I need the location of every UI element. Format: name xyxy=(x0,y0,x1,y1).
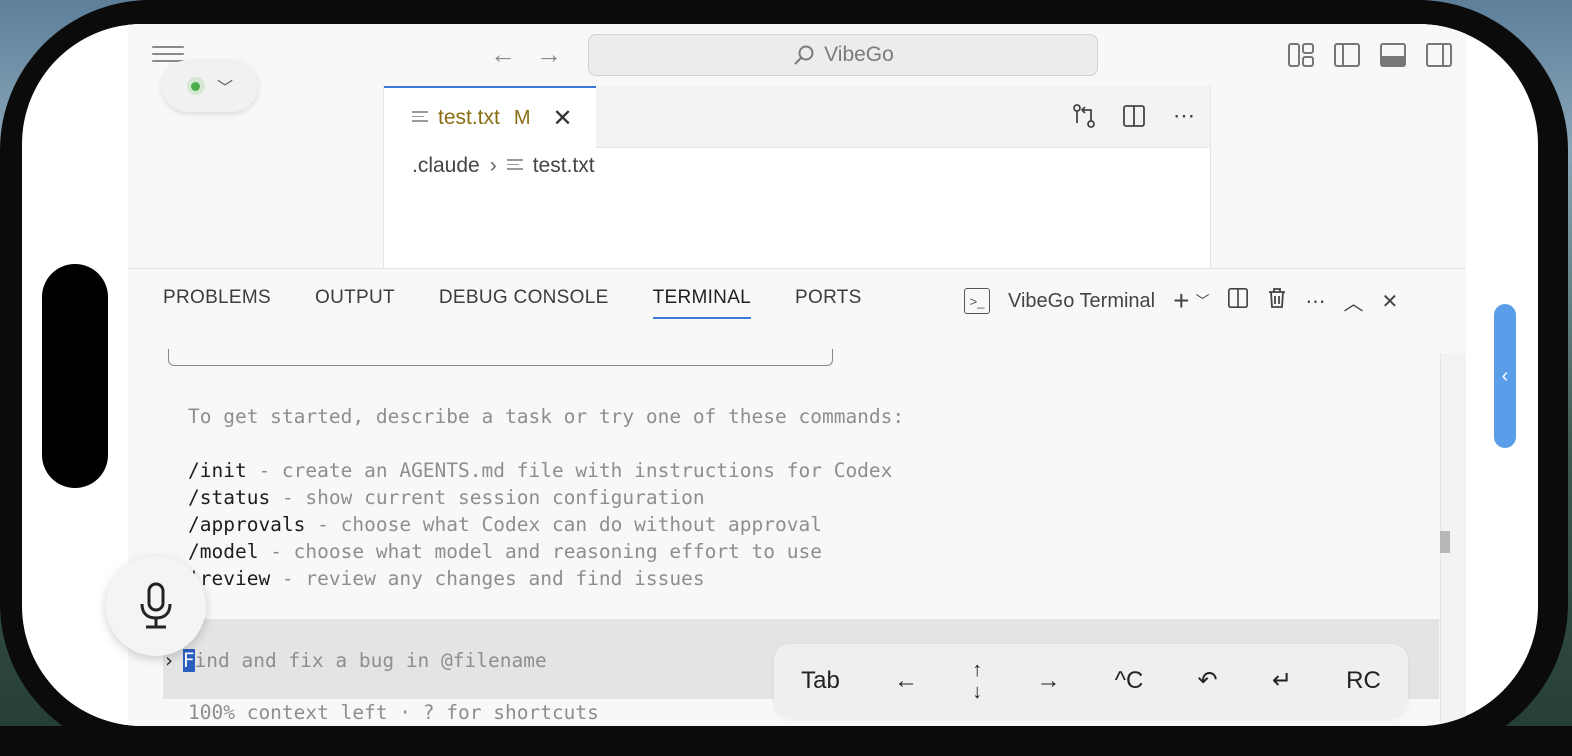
camera-island xyxy=(42,264,108,488)
customize-layout-icon[interactable] xyxy=(1287,42,1315,68)
panel-actions: >_ VibeGo Terminal + ﹀ ⋯ ︿ ✕ xyxy=(964,285,1398,317)
tab-key-button[interactable]: Tab xyxy=(801,667,840,694)
arrow-right-key-button[interactable]: → xyxy=(1036,667,1060,694)
tab-test-txt[interactable]: test.txt M ✕ xyxy=(384,86,596,148)
arrow-down-icon: ↓ xyxy=(972,681,983,703)
scrollbar-thumb[interactable] xyxy=(1440,531,1450,553)
ctrl-c-key-button[interactable]: ^C xyxy=(1115,667,1144,694)
side-panel-handle[interactable]: ‹ xyxy=(1494,304,1516,448)
tab-debug-console[interactable]: DEBUG CONSOLE xyxy=(439,287,609,319)
tab-label: test.txt xyxy=(438,106,500,129)
command-line: /status - show current session configura… xyxy=(188,486,705,509)
arrow-up-icon: ↑ xyxy=(972,659,983,681)
split-terminal-icon[interactable] xyxy=(1227,287,1249,315)
microphone-button[interactable] xyxy=(106,556,206,656)
toggle-secondary-sidebar-icon[interactable] xyxy=(1425,42,1453,68)
command-line: /init - create an AGENTS.md file with in… xyxy=(188,459,893,482)
editor-actions: ⋯ xyxy=(1070,102,1198,130)
editor-tab-bar: test.txt M ✕ ⋯ xyxy=(384,86,1210,148)
undo-key-button[interactable]: ↶ xyxy=(1198,667,1218,694)
ide-window: ← → VibeGo test.txt M ✕ ⋯ .claude › test… xyxy=(128,24,1466,726)
breadcrumb-file[interactable]: test.txt xyxy=(533,154,595,178)
screen: ← → VibeGo test.txt M ✕ ⋯ .claude › test… xyxy=(22,24,1538,726)
phone-frame: ← → VibeGo test.txt M ✕ ⋯ .claude › test… xyxy=(0,0,1568,754)
bottom-bezel xyxy=(0,726,1572,756)
chevron-right-icon: › xyxy=(489,154,497,177)
terminal-intro: To get started, describe a task or try o… xyxy=(188,405,905,428)
chevron-down-icon: ﹀ xyxy=(216,80,233,97)
connection-status-pill[interactable]: ﹀ xyxy=(162,60,258,112)
more-actions-icon[interactable]: ⋯ xyxy=(1170,102,1198,130)
key-toolbar: Tab ← ↑ ↓ → ^C ↶ ↵ RC xyxy=(774,644,1408,718)
split-editor-icon[interactable] xyxy=(1120,102,1148,130)
title-bar: ← → VibeGo xyxy=(128,24,1466,86)
chevron-left-icon: ‹ xyxy=(1501,364,1509,387)
status-dot xyxy=(186,77,205,95)
modified-indicator: M xyxy=(513,106,531,129)
command-line: /model - choose what model and reasoning… xyxy=(188,540,822,563)
context-footer: 100% context left · ? for shortcuts xyxy=(188,701,599,724)
rc-key-button[interactable]: RC xyxy=(1346,667,1381,694)
compare-changes-icon[interactable] xyxy=(1070,102,1098,130)
cursor: F xyxy=(182,649,195,672)
search-label: VibeGo xyxy=(824,43,894,66)
arrow-right-icon[interactable]: → xyxy=(534,38,564,70)
chevron-up-icon[interactable]: ︿ xyxy=(1343,287,1363,316)
prompt-placeholder: › Find and fix a bug in @filename xyxy=(163,649,547,672)
chevron-down-icon[interactable]: ﹀ xyxy=(1195,291,1209,311)
command-center-search[interactable]: VibeGo xyxy=(588,34,1098,76)
arrow-left-icon[interactable]: ← xyxy=(488,38,518,70)
microphone-icon xyxy=(140,582,172,629)
arrow-up-down-key-button[interactable]: ↑ ↓ xyxy=(972,659,982,703)
close-icon[interactable]: ✕ xyxy=(553,104,573,133)
tab-problems[interactable]: PROBLEMS xyxy=(163,287,271,319)
toggle-primary-sidebar-icon[interactable] xyxy=(1333,42,1361,68)
toggle-panel-icon[interactable] xyxy=(1379,42,1407,68)
terminal-icon: >_ xyxy=(964,288,990,314)
trash-icon[interactable] xyxy=(1267,287,1287,315)
text-file-icon xyxy=(412,111,428,125)
terminal-name[interactable]: VibeGo Terminal xyxy=(1008,290,1155,313)
close-panel-icon[interactable]: ✕ xyxy=(1381,289,1398,314)
editor-group: test.txt M ✕ ⋯ .claude › test.txt xyxy=(383,86,1211,268)
enter-key-button[interactable]: ↵ xyxy=(1272,667,1292,694)
more-actions-icon[interactable]: ⋯ xyxy=(1305,289,1325,314)
tab-output[interactable]: OUTPUT xyxy=(315,287,395,319)
command-line: /approvals - choose what Codex can do wi… xyxy=(188,513,822,536)
tab-terminal[interactable]: TERMINAL xyxy=(652,287,752,319)
arrow-left-key-button[interactable]: ← xyxy=(894,667,918,694)
tab-ports[interactable]: PORTS xyxy=(795,287,862,319)
panel-tabs: PROBLEMS OUTPUT DEBUG CONSOLE TERMINAL P… xyxy=(163,287,862,319)
breadcrumb-folder[interactable]: .claude xyxy=(412,154,480,178)
terminal-box-border xyxy=(168,349,833,366)
search-icon xyxy=(794,45,814,65)
new-terminal-icon[interactable]: + xyxy=(1173,285,1189,317)
text-file-icon xyxy=(506,159,523,173)
command-line: 'review - review any changes and find is… xyxy=(188,567,705,590)
breadcrumb: .claude › test.txt xyxy=(412,154,595,178)
